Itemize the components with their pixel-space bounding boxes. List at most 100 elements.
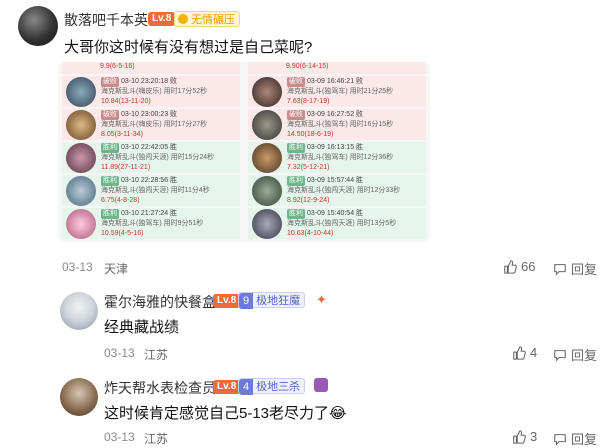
- match-score: 10.84(13-11-20): [101, 97, 151, 105]
- comment-date: 03-13: [62, 260, 93, 274]
- hero-portrait: [252, 109, 282, 140]
- user-avatar[interactable]: [60, 378, 98, 416]
- match-score: 10.63(4-10-44): [287, 229, 334, 237]
- match-score: 11.89(27-11-21): [101, 163, 151, 171]
- thumbs-up-icon: [513, 345, 526, 360]
- username[interactable]: 散落吧千本英: [64, 10, 148, 30]
- reply-icon: [554, 433, 566, 446]
- like-button[interactable]: 3: [512, 429, 537, 444]
- hero-portrait: [66, 175, 96, 206]
- thumbs-up-icon: [513, 429, 526, 444]
- match-score: 8.92(12-9-24): [287, 196, 330, 204]
- fan-badge: 9 极地狂魔: [238, 292, 306, 309]
- hero-portrait: [66, 76, 96, 107]
- match-mode: 海克斯乱斗(独驾车) 用时21分25秒: [287, 87, 394, 95]
- match-time: 03-09 16:13:15 胜: [307, 143, 364, 151]
- match-row: 破败 03-09 16:27:52 败海克斯乱斗(独驾车) 用时16分15秒 14.…: [248, 109, 426, 140]
- user-avatar[interactable]: [18, 6, 58, 46]
- result-tag: 胜利: [101, 142, 119, 153]
- like-count: 4: [530, 345, 538, 360]
- comment-text: 大哥你这时候有没有想过是自己菜呢?: [64, 39, 313, 56]
- match-row: 破败 03-09 16:46:21 败海克斯乱斗(独驾车) 用时21分25秒 7.6…: [248, 76, 426, 107]
- comment-date: 03-13: [104, 430, 135, 444]
- reply-button[interactable]: 回复: [553, 345, 597, 364]
- reply-icon: [554, 349, 566, 362]
- match-row: 破败 03-10 23:20:18 败海克斯乱斗(嗨皮乐) 用时17分52秒 10.…: [62, 76, 240, 107]
- match-mode: 海克斯乱斗(嗨皮乐) 用时17分52秒: [101, 87, 208, 95]
- match-row: 胜利 03-10 21:27:24 胜海克斯乱斗(独驾车) 用时9分51秒 10.5…: [62, 208, 240, 239]
- comment-location: 江苏: [144, 432, 169, 446]
- match-time: 03-09 16:46:21 败: [307, 77, 364, 85]
- match-score: 14.50(18-6-19): [287, 130, 334, 138]
- match-mode: 海克斯乱斗(独闯天涯) 用时15分24秒: [101, 153, 215, 161]
- hero-portrait: [66, 142, 96, 173]
- comment-date: 03-13: [104, 346, 135, 360]
- level-badge: Lv.8: [148, 12, 176, 26]
- match-mode: 海克斯乱斗(独驾车) 用时12分36秒: [287, 153, 394, 161]
- hero-portrait: [252, 142, 282, 173]
- result-tag: 破败: [287, 109, 305, 120]
- match-time: 03-10 23:00:23 败: [121, 110, 178, 118]
- result-tag: 胜利: [101, 208, 119, 219]
- match-row: 胜利 03-09 15:57:44 胜海克斯乱斗(独闯天涯) 用时12分33秒 8.…: [248, 175, 426, 206]
- reply-button[interactable]: 回复: [553, 429, 597, 448]
- match-mode: 海克斯乱斗(独闯天涯) 用时11分4秒: [101, 186, 210, 194]
- match-mode: 海克斯乱斗(独闯天涯) 用时13分5秒: [287, 219, 397, 227]
- hero-portrait: [252, 208, 282, 239]
- result-tag: 破败: [101, 109, 119, 120]
- username[interactable]: 霍尔海雅的快餐盒: [104, 292, 216, 312]
- hero-portrait: [252, 175, 282, 206]
- match-row: 胜利 03-10 22:42:05 胜海克斯乱斗(独闯天涯) 用时15分24秒 11…: [62, 142, 240, 173]
- match-time: 03-09 15:57:44 胜: [307, 176, 364, 184]
- hero-portrait: [66, 208, 96, 239]
- like-button[interactable]: 4: [512, 345, 537, 360]
- match-history-screenshot[interactable]: 9.9(6-5-16) 破败 03-10 23:20:18 败海克斯乱斗(嗨皮乐)…: [58, 62, 430, 242]
- match-score: 7.32(5-12-21): [287, 163, 330, 171]
- level-badge: Lv.8: [213, 294, 241, 308]
- partial-row: 9.9(6-5-16): [62, 62, 240, 74]
- username[interactable]: 炸天帮水表检查员: [104, 378, 216, 398]
- result-tag: 胜利: [287, 142, 305, 153]
- decorative-icon: [314, 378, 328, 392]
- match-time: 03-09 15:40:54 胜: [307, 209, 364, 217]
- match-row: 胜利 03-09 15:40:54 胜海克斯乱斗(独闯天涯) 用时13分5秒 10.…: [248, 208, 426, 239]
- match-time: 03-10 22:42:05 胜: [121, 143, 178, 151]
- comment-text: 经典藏战绩: [104, 319, 180, 336]
- match-score: 8.05(3-11-34): [101, 130, 143, 138]
- level-badge: Lv.8: [213, 380, 241, 394]
- reply-button[interactable]: 回复: [553, 259, 597, 278]
- result-tag: 胜利: [287, 175, 305, 186]
- match-score: 10.59(4-5-16): [101, 229, 144, 237]
- like-count: 66: [521, 259, 536, 274]
- match-score: 7.63(8-17-19): [287, 97, 330, 105]
- match-mode: 海克斯乱斗(独驾车) 用时9分51秒: [101, 219, 204, 227]
- match-time: 03-10 22:28:56 胜: [121, 176, 178, 184]
- match-time: 03-09 16:27:52 败: [307, 110, 364, 118]
- like-count: 3: [530, 429, 538, 444]
- result-tag: 破败: [101, 76, 119, 87]
- match-score: 6.75(4-8-28): [101, 196, 140, 204]
- match-mode: 海克斯乱斗(嗨皮乐) 用时17分27秒: [101, 120, 208, 128]
- match-time: 03-10 23:20:18 败: [121, 77, 178, 85]
- match-mode: 海克斯乱斗(独驾车) 用时16分15秒: [287, 120, 394, 128]
- user-avatar[interactable]: [60, 292, 98, 330]
- like-button[interactable]: 66: [503, 259, 535, 274]
- match-time: 03-10 21:27:24 胜: [121, 209, 178, 217]
- comment-text: 这时候肯定感觉自己5-13老尽力了😂: [104, 405, 347, 422]
- comment-location: 江苏: [144, 348, 169, 362]
- match-row: 破败 03-10 23:00:23 败海克斯乱斗(嗨皮乐) 用时17分27秒 8.0…: [62, 109, 240, 140]
- result-tag: 胜利: [101, 175, 119, 186]
- result-tag: 胜利: [287, 208, 305, 219]
- badge-icon: [178, 14, 188, 24]
- partial-row: 9.90(6-14-15): [248, 62, 426, 74]
- fan-badge: 4 极地三杀: [238, 378, 306, 395]
- hero-portrait: [66, 109, 96, 140]
- thumbs-up-icon: [504, 259, 517, 274]
- fire-icon: ✦: [316, 292, 327, 307]
- result-tag: 破败: [287, 76, 305, 87]
- hero-portrait: [252, 76, 282, 107]
- comment-location: 天津: [104, 262, 129, 276]
- match-row: 胜利 03-10 22:28:56 胜海克斯乱斗(独闯天涯) 用时11分4秒 6.7…: [62, 175, 240, 206]
- match-row: 胜利 03-09 16:13:15 胜海克斯乱斗(独驾车) 用时12分36秒 7.3…: [248, 142, 426, 173]
- reply-icon: [554, 263, 566, 276]
